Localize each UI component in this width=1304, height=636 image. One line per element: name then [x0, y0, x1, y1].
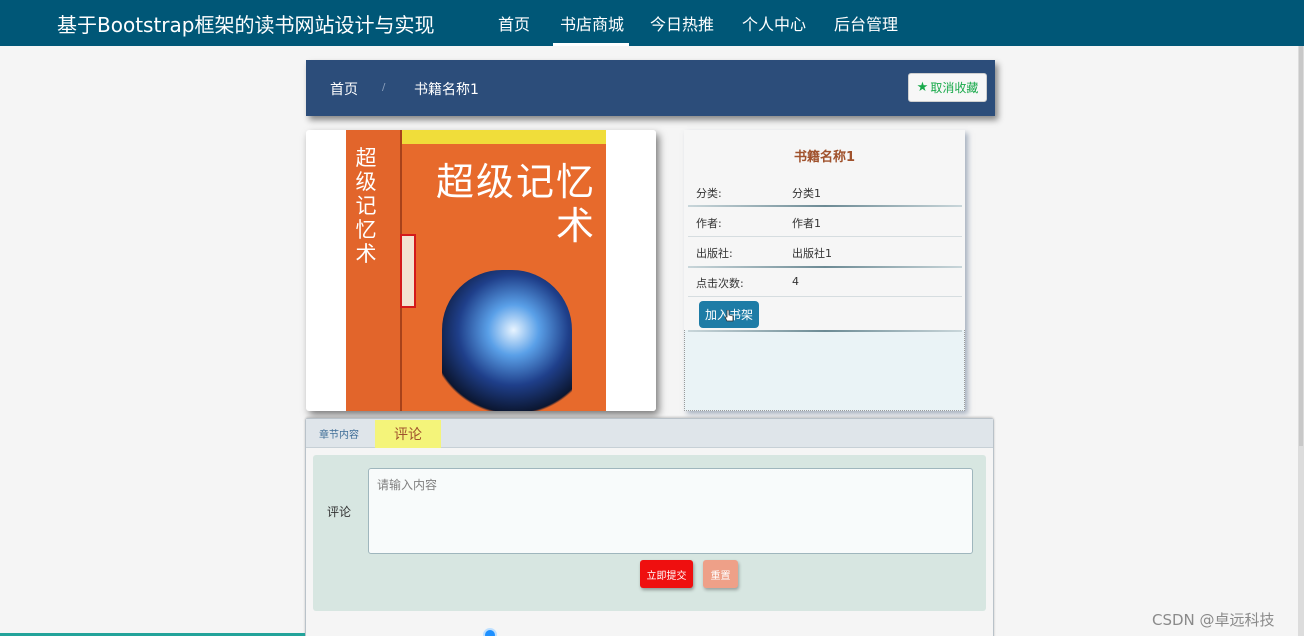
top-navbar: 基于Bootstrap框架的读书网站设计与实现 首页 书店商城 今日热推 个人中… [0, 0, 1304, 46]
book-spine: 超级记忆术 [346, 130, 402, 411]
cover-background [606, 130, 656, 411]
book-cover-title: 超级记忆术 [435, 160, 596, 248]
tab-comment[interactable]: 评论 [375, 420, 441, 448]
info-divider [688, 236, 962, 237]
star-icon: ★ [916, 80, 929, 95]
book-info-title: 书籍名称1 [793, 150, 856, 165]
shop-stamp-icon [400, 234, 416, 308]
book-spine-title: 超级记忆术 [355, 146, 377, 266]
book-top-band [402, 130, 606, 144]
book-cover-image: 超级记忆术 超级记忆术 [306, 130, 656, 411]
book-front-cover: 超级记忆术 [402, 130, 606, 411]
site-brand[interactable]: 基于Bootstrap框架的读书网站设计与实现 [57, 9, 434, 38]
info-divider [688, 266, 962, 268]
comment-label: 评论 [327, 505, 352, 519]
breadcrumb-current: 书籍名称1 [414, 82, 479, 98]
info-divider [688, 330, 962, 332]
breadcrumb-home[interactable]: 首页 [330, 79, 358, 99]
info-value-category: 分类1 [792, 187, 821, 200]
csdn-watermark: CSDN @卓远科技 [1152, 611, 1275, 629]
comment-input[interactable] [368, 468, 973, 554]
slider-handle[interactable] [483, 628, 497, 636]
nav-item-admin[interactable]: 后台管理 [834, 11, 898, 35]
nav-item-home[interactable]: 首页 [498, 11, 530, 35]
info-value-publisher: 出版社1 [792, 247, 832, 260]
unfavorite-button[interactable]: ★ 取消收藏 [908, 73, 987, 102]
submit-button[interactable]: 立即提交 [640, 560, 693, 588]
info-divider [688, 205, 962, 207]
nav-item-hot-today[interactable]: 今日热推 [650, 11, 714, 35]
info-value-author: 作者1 [792, 217, 821, 230]
reset-button[interactable]: 重置 [703, 560, 738, 588]
breadcrumb-separator: / [382, 82, 386, 93]
info-label-author: 作者: [696, 217, 722, 230]
hand-cursor-icon [724, 310, 734, 322]
info-label-publisher: 出版社: [696, 247, 733, 260]
nav-item-personal-center[interactable]: 个人中心 [742, 11, 806, 35]
info-divider [688, 296, 962, 297]
info-value-clicks: 4 [792, 275, 799, 288]
page-scrollbar-thumb[interactable] [1299, 46, 1303, 446]
head-illustration-icon [442, 270, 572, 411]
info-label-category: 分类: [696, 187, 722, 200]
tab-chapter-content[interactable]: 章节内容 [319, 426, 359, 441]
nav-active-indicator [553, 43, 629, 46]
info-label-clicks: 点击次数: [696, 277, 744, 290]
nav-item-bookstore[interactable]: 书店商城 [560, 11, 624, 35]
breadcrumb: 首页 / 书籍名称1 [306, 60, 995, 116]
unfavorite-button-label: 取消收藏 [930, 81, 979, 95]
